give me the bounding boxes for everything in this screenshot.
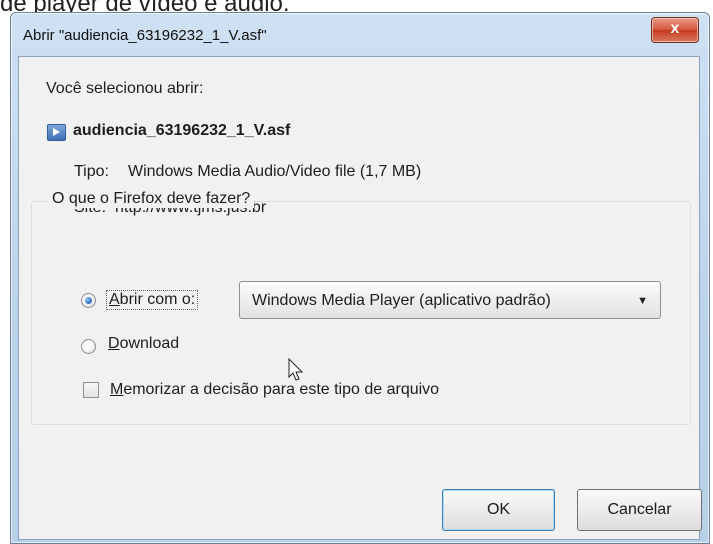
remember-accesskey: M — [110, 381, 124, 398]
file-type-value: Windows Media Audio/Video file (1,7 MB) — [128, 163, 422, 180]
open-with-label-rest: brir com o: — [119, 291, 196, 308]
file-name: audiencia_63196232_1_V.asf — [73, 122, 291, 139]
remember-checkbox[interactable] — [83, 382, 99, 398]
open-with-accesskey: A — [109, 291, 120, 308]
action-group-title: O que o Firefox deve fazer? — [48, 190, 255, 208]
screen: de player de vídeo e áudio. Abrir "audie… — [0, 0, 713, 544]
download-label-rest: ownload — [119, 335, 180, 352]
open-with-label[interactable]: Abrir com o: — [106, 290, 199, 310]
chevron-down-icon: ▼ — [637, 295, 648, 307]
download-accesskey: D — [108, 335, 120, 352]
application-select-value: Windows Media Player (aplicativo padrão) — [252, 292, 551, 309]
open-with-radio[interactable] — [81, 293, 96, 308]
mouse-cursor-icon — [288, 358, 304, 381]
remember-label-rest: emorizar a decisão para este tipo de arq… — [123, 381, 440, 398]
cancel-button[interactable]: Cancelar — [577, 489, 702, 531]
media-file-icon — [47, 124, 66, 141]
intro-text: Você selecionou abrir: — [46, 80, 204, 97]
ok-button[interactable]: OK — [442, 489, 555, 531]
download-radio[interactable] — [81, 339, 96, 354]
download-label[interactable]: Download — [108, 335, 179, 353]
application-select[interactable]: Windows Media Player (aplicativo padrão)… — [239, 281, 661, 319]
dialog-content-layer: Você selecionou abrir: audiencia_6319623… — [10, 12, 708, 542]
remember-label[interactable]: Memorizar a decisão para este tipo de ar… — [110, 381, 439, 399]
file-type-label: Tipo: — [74, 163, 109, 180]
